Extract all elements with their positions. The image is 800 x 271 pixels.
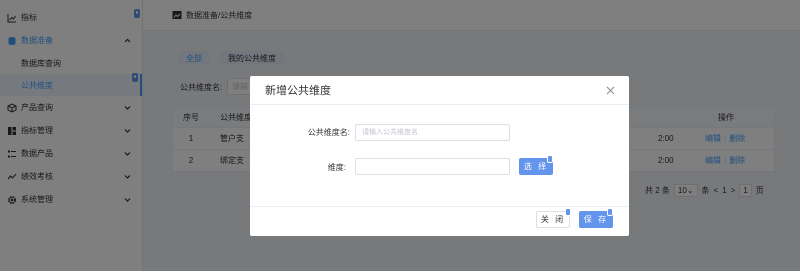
add-dimension-dialog: 新增公共维度 公共维度名: 请输入公共维度名 维度: 选 择 关 闭 保 存 [250,76,629,236]
close-icon[interactable] [606,86,615,95]
pin-icon [565,208,571,216]
dimension-field-label: 维度: [327,163,346,172]
name-field-label: 公共维度名: [307,128,350,137]
dimension-input[interactable] [355,158,510,175]
pin-icon [607,208,613,216]
dialog-header: 新增公共维度 [250,76,629,105]
dialog-title: 新增公共维度 [265,85,331,97]
close-button-label: 关 闭 [540,215,566,224]
choose-button-label: 选 择 [523,162,549,171]
dimension-name-input[interactable]: 请输入公共维度名 [355,124,510,141]
pin-icon [547,155,553,163]
save-button-label: 保 存 [583,215,609,224]
dialog-footer [250,206,629,207]
